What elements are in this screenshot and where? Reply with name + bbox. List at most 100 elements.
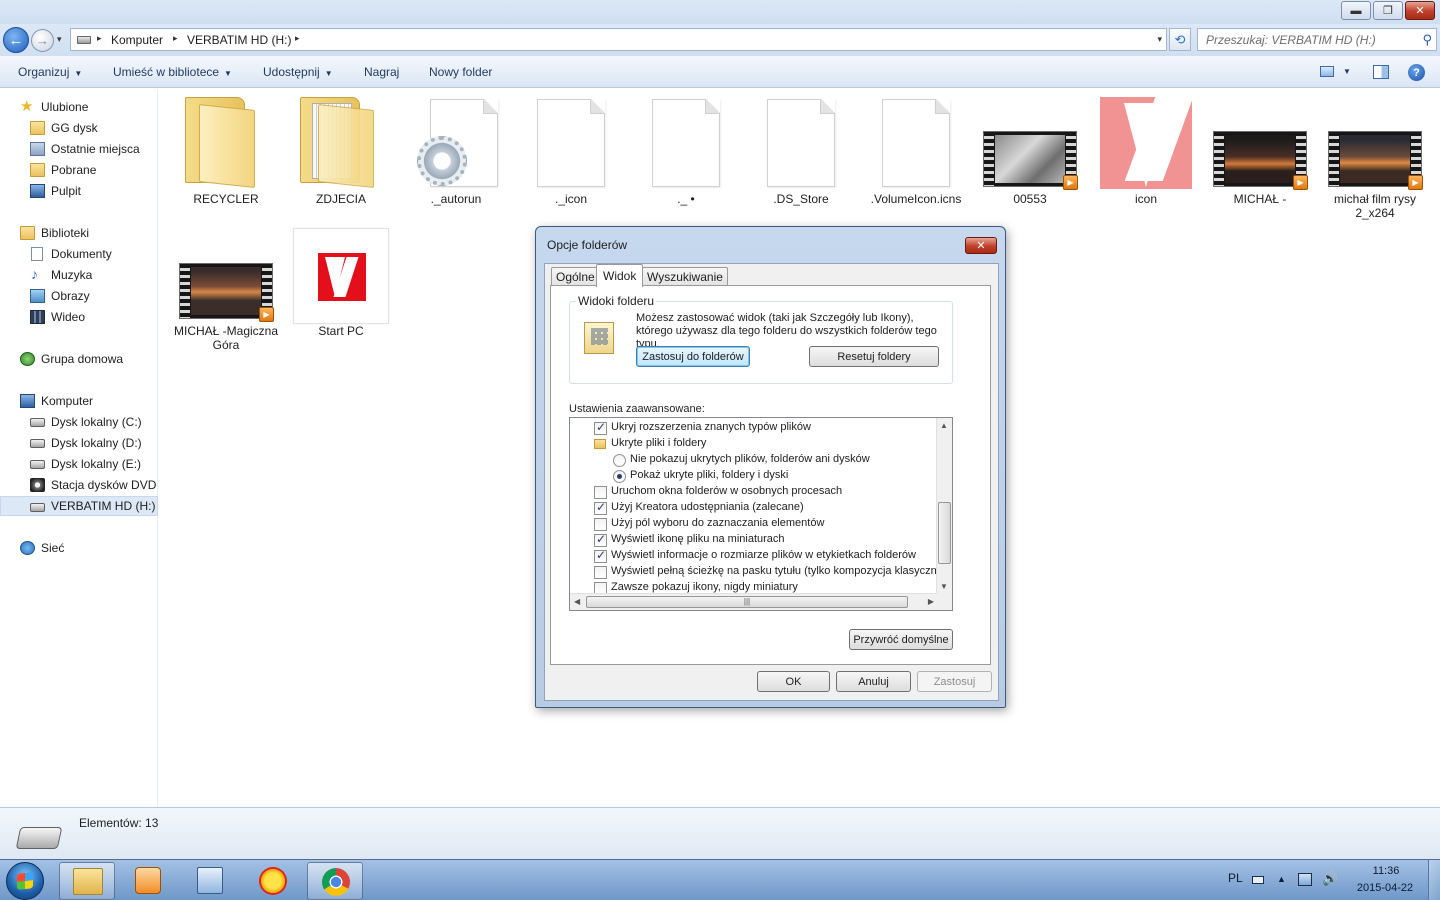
show-hidden-icons-icon[interactable]: ▲ — [1277, 874, 1286, 884]
start-button[interactable] — [6, 862, 44, 900]
scroll-left-icon[interactable]: ◀ — [574, 597, 580, 606]
breadcrumb-separator[interactable]: ▸ — [295, 33, 300, 44]
sidebar-item-drive-d[interactable]: Dysk lokalny (D:) — [0, 433, 158, 453]
tab-general[interactable]: Ogólne — [551, 267, 600, 286]
breadcrumb-drive[interactable]: VERBATIM HD (H:) — [187, 33, 291, 47]
taskbar-explorer-button[interactable] — [59, 862, 115, 900]
reset-folders-button[interactable]: Resetuj foldery — [809, 346, 939, 367]
burn-button[interactable]: Nagraj — [364, 65, 399, 79]
language-indicator[interactable]: PL — [1228, 871, 1243, 885]
sidebar-item-dvd-drive[interactable]: Stacja dysków DVD F — [0, 475, 158, 495]
sidebar-item-homegroup[interactable]: Grupa domowa — [0, 349, 158, 369]
sidebar-item-computer[interactable]: Komputer — [0, 391, 158, 411]
checkbox-checked[interactable] — [594, 500, 607, 515]
checkbox-unchecked[interactable] — [594, 518, 607, 531]
sidebar-item-gg-dysk[interactable]: GG dysk — [0, 118, 158, 138]
network-status-icon[interactable] — [1298, 873, 1312, 886]
search-input[interactable] — [1198, 29, 1412, 50]
breadcrumb-separator[interactable]: ▸ — [97, 33, 102, 44]
minimize-button[interactable]: ▬ — [1341, 1, 1371, 20]
organize-menu-button[interactable]: Organizuj ▼ — [18, 65, 82, 79]
keyboard-icon[interactable] — [1252, 876, 1264, 884]
preview-pane-icon[interactable] — [1373, 65, 1389, 79]
refresh-button[interactable]: ⟲ — [1169, 28, 1191, 51]
taskbar-image-viewer-button[interactable] — [183, 862, 239, 900]
file-item-michal[interactable]: ▶ MICHAŁ - — [1203, 95, 1317, 225]
address-dropdown-icon[interactable]: ▾ — [1157, 34, 1162, 45]
tab-view[interactable]: Widok — [596, 264, 644, 287]
search-box[interactable]: ⚲ — [1197, 28, 1437, 51]
sidebar-item-documents[interactable]: Dokumenty — [0, 244, 158, 264]
checkbox-checked[interactable] — [594, 420, 607, 435]
breadcrumb-separator[interactable]: ▸ — [173, 33, 178, 44]
close-button[interactable]: ✕ — [1405, 1, 1435, 20]
tab-search[interactable]: Wyszukiwanie — [642, 267, 728, 286]
file-item-volumeicon[interactable]: .VolumeIcon.icns — [859, 95, 973, 225]
scroll-right-icon[interactable]: ▶ — [928, 597, 934, 606]
sidebar-item-videos[interactable]: Wideo — [0, 307, 158, 327]
volume-icon[interactable]: 🔊 — [1322, 871, 1338, 887]
video-thumbnail: ▶ — [179, 263, 274, 322]
sidebar-item-favorites[interactable]: ★ Ulubione — [0, 97, 158, 117]
advanced-settings-list[interactable]: Ukryj rozszerzenia znanych typów plików U… — [569, 417, 953, 611]
search-icon[interactable]: ⚲ — [1422, 32, 1432, 48]
share-button[interactable]: Udostępnij ▼ — [263, 65, 333, 79]
radio-unselected[interactable] — [613, 454, 626, 467]
file-item-icon-hidden[interactable]: ._icon — [514, 95, 628, 225]
sidebar-item-desktop[interactable]: Pulpit — [0, 181, 158, 201]
sidebar-item-libraries[interactable]: Biblioteki — [0, 223, 158, 243]
taskbar-gg-button[interactable] — [245, 862, 301, 900]
back-button[interactable]: ← — [3, 27, 29, 53]
apply-button[interactable]: Zastosuj — [917, 671, 992, 692]
scroll-down-icon[interactable]: ▼ — [940, 582, 948, 591]
file-item-00553[interactable]: ▶ 00553 — [973, 95, 1087, 225]
checkbox-checked[interactable] — [594, 548, 607, 563]
sidebar-item-downloads[interactable]: Pobrane — [0, 160, 158, 180]
checkbox-checked[interactable] — [594, 532, 607, 547]
change-view-icon[interactable] — [1320, 66, 1334, 77]
file-item-zdjecia[interactable]: ZDJECIA — [284, 95, 398, 225]
new-folder-button[interactable]: Nowy folder — [429, 65, 492, 79]
address-bar[interactable]: ▸ Komputer ▸ VERBATIM HD (H:) ▸ ▾ — [70, 28, 1167, 51]
ok-button[interactable]: OK — [757, 671, 830, 692]
file-item-autorun[interactable]: ._autorun — [399, 95, 513, 225]
checkbox-unchecked[interactable] — [594, 486, 607, 499]
sidebar-item-drive-e[interactable]: Dysk lokalny (E:) — [0, 454, 158, 474]
breadcrumb-computer[interactable]: Komputer — [111, 33, 163, 47]
file-item-dot[interactable]: ._ • — [629, 95, 743, 225]
sidebar-item-music[interactable]: ♪ Muzyka — [0, 265, 158, 285]
recent-pages-button[interactable]: ▾ — [57, 34, 62, 45]
cancel-button[interactable]: Anuluj — [836, 671, 911, 692]
include-in-library-button[interactable]: Umieść w bibliotece ▼ — [113, 65, 232, 79]
restore-defaults-button[interactable]: Przywróć domyślne — [849, 629, 953, 650]
vertical-scrollbar[interactable]: ▲ ▼ — [936, 418, 952, 594]
file-item-recycler[interactable]: RECYCLER — [169, 95, 283, 225]
file-item-icon[interactable]: icon — [1089, 95, 1203, 225]
sidebar-item-verbatim-drive[interactable]: VERBATIM HD (H:) — [0, 496, 158, 516]
forward-button[interactable]: → — [31, 29, 54, 52]
help-icon[interactable]: ? — [1408, 64, 1425, 81]
taskbar-media-player-button[interactable] — [121, 862, 177, 900]
taskbar-chrome-button[interactable] — [307, 862, 363, 900]
scroll-up-icon[interactable]: ▲ — [940, 421, 948, 430]
dialog-close-button[interactable]: ✕ — [965, 237, 997, 254]
file-item-start-pc[interactable]: Start PC — [284, 227, 398, 357]
show-desktop-button[interactable] — [1428, 860, 1440, 900]
maximize-button[interactable]: ❐ — [1373, 1, 1403, 20]
sidebar-item-pictures[interactable]: Obrazy — [0, 286, 158, 306]
file-item-michal-film-rysy[interactable]: ▶ michał film rysy 2_x264 — [1318, 95, 1432, 225]
horizontal-scrollbar[interactable]: ◀ ||| ▶ — [570, 593, 938, 610]
clock-time[interactable]: 11:36 — [1358, 865, 1414, 877]
sidebar-item-recent-places[interactable]: Ostatnie miejsca — [0, 139, 158, 159]
radio-selected[interactable] — [613, 470, 626, 483]
apply-to-folders-button[interactable]: Zastosuj do folderów — [636, 346, 750, 367]
sidebar-item-drive-c[interactable]: Dysk lokalny (C:) — [0, 412, 158, 432]
scrollbar-thumb[interactable] — [938, 502, 951, 564]
view-options-chevron-icon[interactable]: ▼ — [1343, 67, 1351, 76]
file-item-ds-store[interactable]: .DS_Store — [744, 95, 858, 225]
sidebar-item-network[interactable]: Sieć — [0, 538, 158, 558]
file-item-michal-magiczna-gora[interactable]: ▶ MICHAŁ -Magiczna Góra — [169, 227, 283, 357]
clock-date[interactable]: 2015-04-22 — [1352, 882, 1418, 894]
scrollbar-thumb[interactable]: ||| — [586, 596, 908, 608]
checkbox-unchecked[interactable] — [594, 566, 607, 579]
